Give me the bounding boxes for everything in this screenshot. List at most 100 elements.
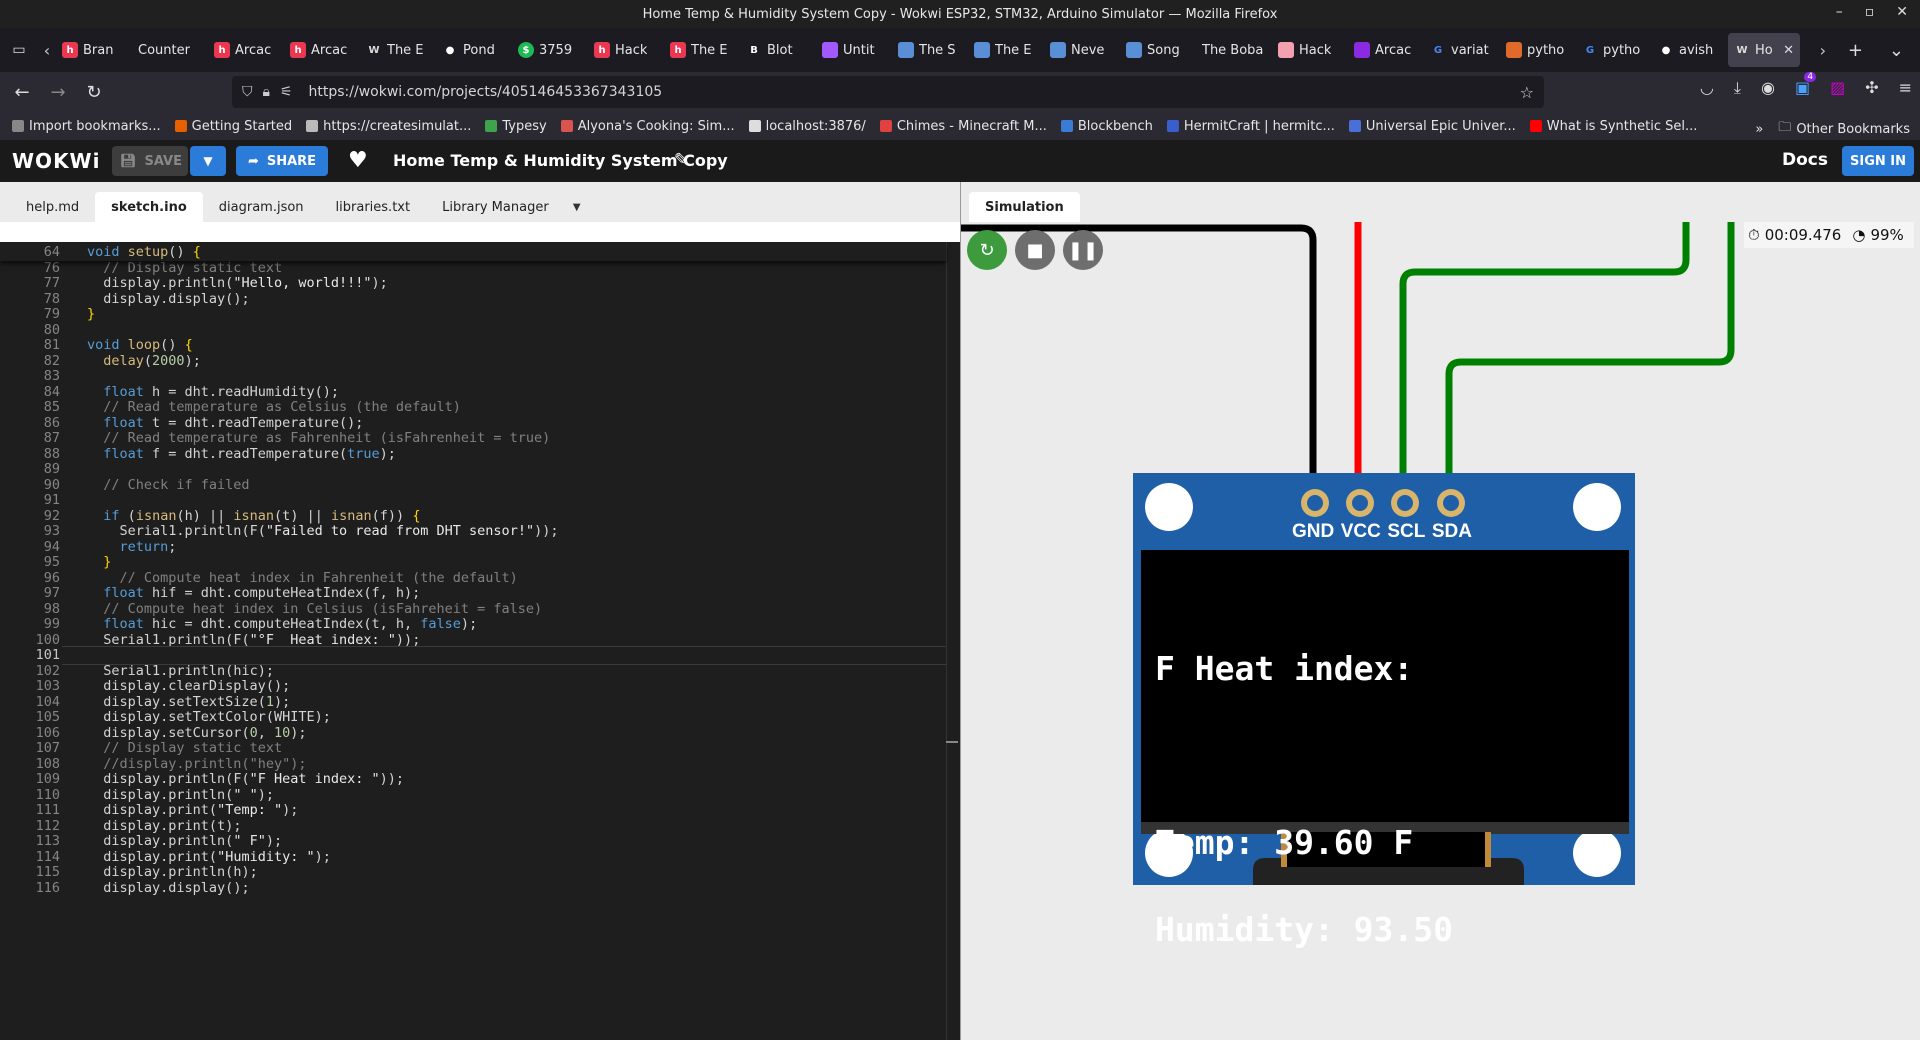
browser-tab[interactable]: $3759 (512, 33, 588, 67)
pin-label-scl: SCL (1387, 521, 1426, 542)
shield-icon[interactable]: ⛉ (242, 84, 253, 100)
browser-tab[interactable]: Hack (1272, 33, 1348, 67)
pencil-icon[interactable]: ✎ (674, 150, 688, 170)
browser-tab[interactable]: The E (968, 33, 1044, 67)
browser-tab[interactable]: Arcac (1348, 33, 1424, 67)
bookmark-item[interactable]: Chimes - Minecraft M... (879, 119, 1047, 134)
sticky-scroll-header[interactable]: 64 void setup() { (0, 242, 946, 261)
url-text[interactable]: https://wokwi.com/projects/4051464533673… (309, 84, 663, 100)
pause-simulation-button[interactable]: ❚❚ (1063, 230, 1103, 270)
bookmark-item[interactable]: localhost:3876/ (748, 119, 866, 134)
oled-line-1: F Heat index: (1155, 649, 1414, 688)
lock-icon[interactable]: 🔒︎ (263, 84, 270, 100)
browser-tab[interactable]: The Boba (1196, 33, 1272, 67)
restore-icon[interactable]: ▫ (1865, 4, 1875, 20)
browser-tab[interactable]: ● avish (1652, 33, 1728, 67)
bookmark-item[interactable]: Alyona's Cooking: Sim... (560, 119, 735, 134)
firefox-view-icon[interactable]: ▭ (0, 28, 38, 72)
bookmark-item[interactable]: Import bookmarks... (12, 119, 161, 134)
chevron-double-right-icon[interactable]: » (1755, 122, 1763, 137)
google-icon: G (1433, 44, 1443, 56)
share-button[interactable]: ➦ SHARE (236, 146, 328, 176)
bookmark-item[interactable]: https://createsimulat... (306, 119, 471, 134)
extensions-icon[interactable]: ✣ (1865, 78, 1878, 98)
bookmark-item[interactable]: Universal Epic Univer... (1348, 119, 1516, 134)
url-bar[interactable]: ⛉ 🔒︎ ⚟ https://wokwi.com/projects/405146… (232, 76, 1544, 108)
editor-tab[interactable]: Library Manager (426, 192, 565, 222)
restart-simulation-button[interactable]: ↻ (967, 230, 1007, 270)
extension-badge-icon[interactable]: ▣ 4 (1795, 72, 1817, 98)
heart-icon[interactable]: ♥ (348, 148, 368, 173)
editor-tab[interactable]: diagram.json (203, 192, 320, 222)
pocket-icon[interactable]: ◡ (1700, 78, 1714, 98)
overview-ruler-mark (946, 741, 958, 743)
wokwi-logo[interactable]: WOKWi (12, 149, 112, 173)
editor-tab[interactable]: libraries.txt (320, 192, 427, 222)
bookmark-item[interactable]: Getting Started (174, 119, 292, 134)
account-icon[interactable]: ◉ (1761, 78, 1775, 98)
docs-link[interactable]: Docs (1782, 150, 1828, 170)
browser-tab[interactable]: h Arcac (284, 33, 360, 67)
browser-tab[interactable]: h The E (664, 33, 740, 67)
browser-tab[interactable]: Counter (132, 33, 208, 67)
close-tab-icon[interactable]: ✕ (1783, 43, 1794, 58)
list-all-tabs-icon[interactable]: ⌄ (1889, 40, 1904, 61)
save-dropdown-button[interactable]: ▼ (190, 146, 226, 176)
scl-wire[interactable] (1399, 222, 1690, 489)
save-button[interactable]: 💾︎ SAVE (112, 146, 188, 176)
forward-icon[interactable]: → (40, 82, 76, 103)
simulation-canvas[interactable]: GND VCC SCL SDA F Heat index: Temp: 39.6… (961, 222, 1920, 1040)
back-icon[interactable]: ← (4, 82, 40, 103)
minimize-icon[interactable]: – (1836, 4, 1843, 20)
browser-tab[interactable]: h Arcac (208, 33, 284, 67)
new-tab-icon[interactable]: + (1848, 40, 1863, 61)
editor-scrollbar[interactable] (946, 242, 960, 1040)
bookmark-star-icon[interactable]: ☆ (1520, 83, 1534, 102)
editor-tab[interactable]: sketch.ino (95, 192, 203, 222)
gnd-wire[interactable] (961, 224, 1317, 489)
bookmark-item[interactable]: Blockbench (1060, 119, 1153, 134)
browser-tab[interactable]: Gpytho (1576, 33, 1652, 67)
browser-tab[interactable]: W The E (360, 33, 436, 67)
tab-title: The E (387, 42, 424, 58)
browser-tab[interactable]: Neve (1044, 33, 1120, 67)
permissions-icon[interactable]: ⚟ (280, 84, 293, 100)
browser-tab[interactable]: ● Pond (436, 33, 512, 67)
other-bookmarks[interactable]: » 🗀︎ Other Bookmarks (1755, 118, 1910, 140)
browser-tab[interactable]: Untit (816, 33, 892, 67)
pin-label-sda: SDA (1431, 521, 1472, 542)
tab-title: The Boba (1202, 42, 1264, 58)
code-editor[interactable]: 64 void setup() { 76 // Display static t… (0, 242, 960, 1040)
browser-tab[interactable]: The S (892, 33, 968, 67)
reload-icon[interactable]: ↻ (76, 82, 112, 103)
code-line[interactable]: 116 display.display(); (0, 878, 946, 897)
tab-scroll-left-icon[interactable]: ‹ (38, 41, 56, 60)
stop-simulation-button[interactable]: ■ (1015, 230, 1055, 270)
color-extension-icon[interactable]: ▨ (1830, 78, 1845, 98)
sign-in-button[interactable]: SIGN IN (1842, 146, 1914, 176)
close-window-icon[interactable]: ✕ (1896, 4, 1908, 20)
browser-tab[interactable]: h Hack (588, 33, 664, 67)
downloads-icon[interactable]: ⤓ (1734, 78, 1741, 98)
browser-tab[interactable]: pytho (1500, 33, 1576, 67)
more-tabs-dropdown-icon[interactable]: ▼ (565, 192, 589, 222)
window-titlebar: Home Temp & Humidity System Copy - Wokwi… (0, 0, 1920, 28)
menu-icon[interactable]: ≡ (1899, 78, 1912, 98)
browser-tab[interactable]: Song (1120, 33, 1196, 67)
browser-tab[interactable]: h Bran (56, 33, 132, 67)
bookmark-item[interactable]: HermitCraft | hermitc... (1166, 119, 1335, 134)
figma-icon (822, 42, 838, 58)
editor-tab[interactable]: help.md (10, 192, 95, 222)
window-controls: – ▫ ✕ (1836, 4, 1908, 20)
flame-icon (1506, 42, 1522, 58)
tab-scroll-right-icon[interactable]: › (1814, 41, 1832, 60)
browser-tab[interactable]: W Ho ✕ (1728, 33, 1800, 67)
tab-title: Untit (843, 42, 875, 58)
bookmark-item[interactable]: Typesy (485, 119, 547, 134)
browser-tab[interactable]: Gvariat (1424, 33, 1500, 67)
mount-hole-tl (1145, 483, 1193, 531)
share-label: SHARE (266, 153, 317, 169)
browser-tab[interactable]: B Blot (740, 33, 816, 67)
bookmark-item[interactable]: What is Synthetic Sel... (1529, 119, 1697, 134)
tab-simulation[interactable]: Simulation (969, 192, 1080, 222)
